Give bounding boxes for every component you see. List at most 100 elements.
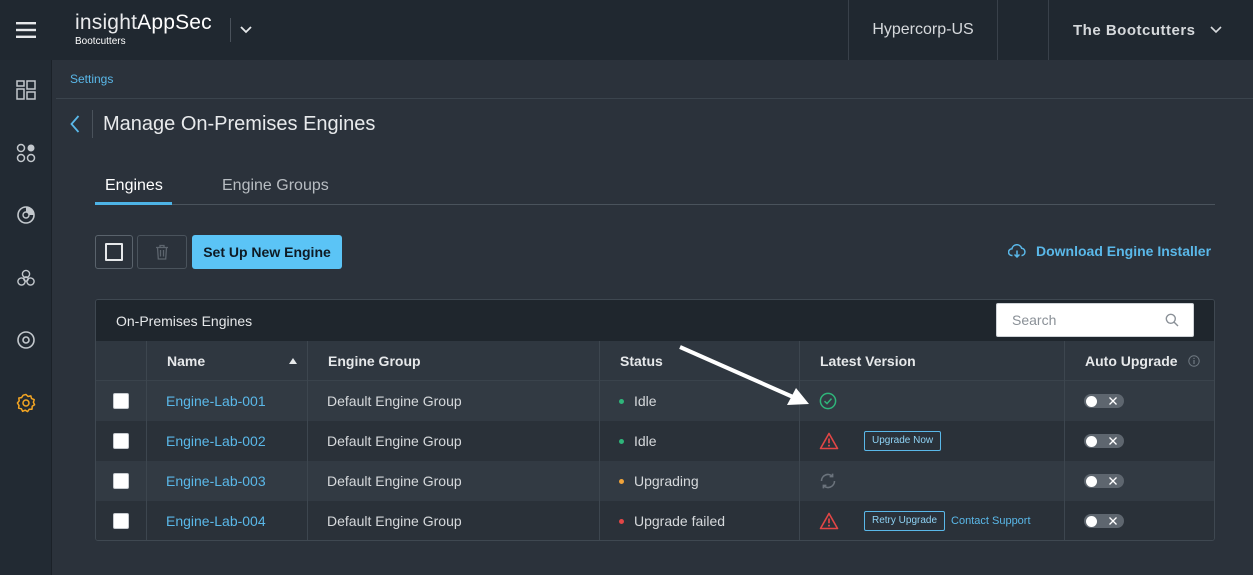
- latest-version-cell: [819, 381, 837, 421]
- close-icon: [1107, 475, 1119, 487]
- row-checkbox[interactable]: [113, 393, 129, 409]
- close-icon: [1107, 435, 1119, 447]
- breadcrumb-settings[interactable]: Settings: [70, 72, 113, 86]
- engine-group-cell: Default Engine Group: [327, 513, 462, 529]
- column-label: Engine Group: [328, 353, 421, 369]
- chevron-down-icon: [1209, 26, 1222, 34]
- column-header-auto-upgrade: Auto Upgrade: [1064, 341, 1214, 381]
- latest-version-cell: [819, 461, 837, 501]
- info-icon[interactable]: [1187, 355, 1200, 367]
- download-label: Download Engine Installer: [1036, 243, 1212, 259]
- divider: [997, 0, 998, 60]
- brand-logo: insightAppSec: [75, 11, 212, 34]
- engine-name-link[interactable]: Engine-Lab-003: [166, 473, 266, 489]
- latest-version-cell: Retry Upgrade Contact Support: [819, 501, 1031, 540]
- toggle-knob: [1086, 395, 1097, 407]
- tab-bar: Engines Engine Groups: [95, 170, 1215, 205]
- back-arrow-icon[interactable]: [64, 111, 86, 137]
- delete-button[interactable]: [137, 235, 187, 269]
- engine-name-cell: Engine-Lab-003: [166, 461, 266, 501]
- column-header-engine-group: Engine Group: [307, 341, 599, 381]
- table-header: Name Engine Group Status Latest Version …: [96, 341, 1214, 381]
- row-checkbox[interactable]: [113, 433, 129, 449]
- row-checkbox[interactable]: [113, 473, 129, 489]
- row-checkbox-cell: [113, 501, 129, 540]
- tab-engines[interactable]: Engines: [95, 177, 172, 205]
- target-icon[interactable]: [0, 320, 52, 360]
- set-up-new-engine-button[interactable]: Set Up New Engine: [192, 235, 342, 269]
- status-text: Idle: [634, 393, 657, 409]
- engine-group-cell: Default Engine Group: [327, 473, 462, 489]
- biohazard-icon[interactable]: [0, 258, 52, 298]
- auto-upgrade-toggle[interactable]: [1084, 434, 1124, 448]
- close-icon: [1107, 515, 1119, 527]
- breadcrumb-divider: [56, 98, 1253, 99]
- auto-upgrade-cell: [1084, 381, 1124, 421]
- table-row: Engine-Lab-004 Default Engine Group Upgr…: [96, 501, 1214, 540]
- column-label: Name: [167, 353, 206, 369]
- close-icon: [1107, 395, 1119, 407]
- column-divider: [146, 341, 147, 540]
- org-selector[interactable]: Hypercorp-US: [849, 0, 997, 60]
- dashboard-icon[interactable]: [0, 70, 52, 110]
- brand[interactable]: insightAppSec Bootcutters: [75, 11, 212, 47]
- chevron-down-icon[interactable]: [236, 20, 256, 40]
- panel-title: On-Premises Engines: [116, 313, 253, 329]
- menu-icon[interactable]: [0, 0, 52, 60]
- status-dot: [619, 438, 624, 444]
- sort-ascending-icon: [289, 351, 297, 367]
- column-header-status: Status: [599, 341, 799, 381]
- trash-icon: [156, 244, 168, 260]
- engine-name-link[interactable]: Engine-Lab-001: [166, 393, 266, 409]
- table-row: Engine-Lab-002 Default Engine Group Idle…: [96, 421, 1214, 461]
- engines-table-panel: On-Premises Engines Name Engine Group St…: [95, 299, 1215, 541]
- toggle-knob: [1086, 435, 1097, 447]
- engine-name-link[interactable]: Engine-Lab-002: [166, 433, 266, 449]
- check-circle-icon: [819, 392, 837, 410]
- table-row: Engine-Lab-003 Default Engine Group Upgr…: [96, 461, 1214, 501]
- auto-upgrade-toggle[interactable]: [1084, 514, 1124, 528]
- engine-name-cell: Engine-Lab-002: [166, 421, 266, 461]
- column-header-name[interactable]: Name: [146, 341, 307, 381]
- engine-name-link[interactable]: Engine-Lab-004: [166, 513, 266, 529]
- settings-gear-icon[interactable]: [0, 383, 52, 423]
- user-name: The Bootcutters: [1073, 21, 1196, 39]
- column-divider: [1064, 341, 1065, 540]
- tab-engine-groups[interactable]: Engine Groups: [222, 177, 329, 205]
- status-cell: Idle: [619, 421, 657, 461]
- column-label: Auto Upgrade: [1085, 353, 1178, 369]
- scans-icon[interactable]: [0, 195, 52, 235]
- engine-group-cell: Default Engine Group: [327, 393, 462, 409]
- select-all-checkbox[interactable]: [95, 235, 133, 269]
- column-divider: [307, 341, 308, 540]
- warning-icon: [819, 432, 839, 450]
- engine-group-cell: Default Engine Group: [327, 433, 462, 449]
- status-text: Upgrading: [634, 473, 699, 489]
- row-checkbox[interactable]: [113, 513, 129, 529]
- download-engine-installer-link[interactable]: Download Engine Installer: [1008, 243, 1211, 259]
- status-dot: [619, 398, 624, 404]
- status-dot: [619, 478, 624, 484]
- engine-name-cell: Engine-Lab-001: [166, 381, 266, 421]
- latest-version-cell: Upgrade Now: [819, 421, 942, 461]
- contact-support-link[interactable]: Contact Support: [951, 515, 1031, 527]
- status-cell: Upgrading: [619, 461, 699, 501]
- warning-icon: [819, 512, 839, 530]
- engine-name-cell: Engine-Lab-004: [166, 501, 266, 540]
- auto-upgrade-toggle[interactable]: [1084, 474, 1124, 488]
- auto-upgrade-cell: [1084, 501, 1124, 540]
- status-text: Upgrade failed: [634, 513, 726, 529]
- search-box[interactable]: [996, 303, 1194, 337]
- user-menu[interactable]: The Bootcutters: [1049, 0, 1253, 60]
- column-label: Status: [620, 353, 663, 369]
- status-text: Idle: [634, 433, 657, 449]
- retry-upgrade-button[interactable]: Retry Upgrade: [864, 511, 946, 531]
- title-divider: [92, 110, 93, 138]
- status-cell: Idle: [619, 381, 657, 421]
- top-bar: insightAppSec Bootcutters Hypercorp-US T…: [0, 0, 1253, 60]
- search-input[interactable]: [1012, 312, 1162, 328]
- page-title: Manage On-Premises Engines: [103, 113, 376, 135]
- apps-icon[interactable]: [0, 133, 52, 173]
- upgrade-now-button[interactable]: Upgrade Now: [864, 431, 942, 451]
- auto-upgrade-toggle[interactable]: [1084, 394, 1124, 408]
